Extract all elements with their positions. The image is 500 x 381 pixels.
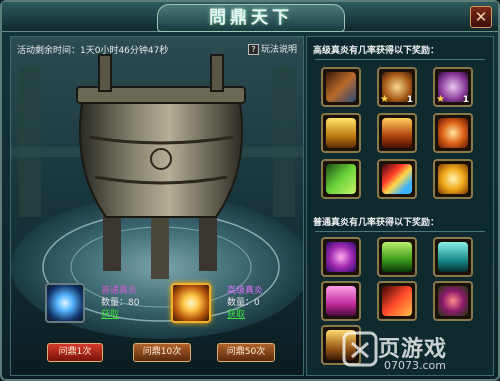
normal-flame-name: 普通真炎	[101, 286, 138, 296]
purple-gem-egg-icon	[326, 242, 356, 272]
reward-slot[interactable]	[321, 281, 361, 321]
rainbow-feather-icon	[382, 164, 412, 194]
normal-flame-count: 数量：80	[101, 298, 140, 308]
close-button[interactable]: ✕	[470, 6, 492, 28]
reward-slot[interactable]	[433, 237, 473, 277]
advanced-flame-name: 高级真炎	[227, 286, 264, 296]
reward-qty: 1	[406, 95, 413, 105]
amber-coin-icon	[438, 164, 468, 194]
wending-once-button[interactable]: 问鼎1次	[47, 343, 103, 362]
flame-orb-icon	[438, 118, 468, 148]
green-chest-icon	[382, 242, 412, 272]
rules-link[interactable]: ? 玩法说明	[247, 42, 297, 55]
title-plate: 問鼎天下	[157, 4, 345, 32]
reward-slot[interactable]	[433, 159, 473, 199]
divider	[315, 59, 485, 60]
star-icon: ★	[380, 94, 389, 105]
reward-slot[interactable]: ★ 1	[377, 67, 417, 107]
wooden-gold-chest-icon	[326, 330, 356, 360]
advanced-flame-icon[interactable]	[171, 283, 211, 323]
event-timer: 活动剩余时间：1天0小时46分钟47秒	[17, 46, 169, 56]
reward-slot[interactable]	[321, 159, 361, 199]
wending-50-button[interactable]: 问鼎50次	[217, 343, 275, 362]
purple-fruit-icon	[438, 286, 468, 316]
reward-slot[interactable]: ★ 1	[433, 67, 473, 107]
advanced-rewards-title: 高级真炎有几率获得以下奖励：	[313, 46, 440, 56]
help-icon: ?	[247, 44, 259, 55]
reward-slot[interactable]	[377, 281, 417, 321]
window-title: 問鼎天下	[209, 8, 293, 28]
advanced-flame-obtain-link[interactable]: 获取	[227, 309, 263, 321]
title-bar: 問鼎天下 ✕	[2, 2, 498, 32]
reward-slot[interactable]	[433, 113, 473, 153]
reward-slot[interactable]	[433, 281, 473, 321]
rewards-panel: 高级真炎有几率获得以下奖励： ★ 1 ★ 1 普通真炎有几率获得以下奖励：	[306, 36, 494, 376]
star-icon: ★	[436, 94, 445, 105]
normal-rewards-title: 普通真炎有几率获得以下奖励：	[313, 218, 440, 228]
advanced-flame-count: 数量：0	[227, 298, 260, 308]
wending-window: 問鼎天下 ✕ 活动剩余时间：1天0小时46分钟47秒 ? 玩法说明 普通真炎 数…	[0, 0, 500, 381]
reward-slot[interactable]	[321, 67, 361, 107]
crossed-swords-icon	[326, 72, 356, 102]
reward-slot[interactable]	[377, 237, 417, 277]
rules-link-label: 玩法说明	[260, 45, 297, 55]
red-gold-chest-icon	[382, 118, 412, 148]
normal-flame-icon[interactable]	[45, 283, 85, 323]
teal-chest-icon	[438, 242, 468, 272]
normal-flame-obtain-link[interactable]: 获取	[101, 309, 139, 321]
reward-slot[interactable]	[377, 159, 417, 199]
cauldron-scene	[11, 37, 303, 375]
divider	[315, 231, 485, 232]
advanced-flame-info: 高级真炎 数量：0 获取	[227, 285, 263, 321]
reward-slot[interactable]	[321, 113, 361, 153]
reward-qty: 1	[462, 95, 469, 105]
red-feather-icon	[382, 286, 412, 316]
reward-slot[interactable]	[321, 325, 361, 365]
normal-flame-info: 普通真炎 数量：80 获取	[101, 285, 139, 321]
pink-chest-icon	[326, 286, 356, 316]
cauldron-panel: 活动剩余时间：1天0小时46分钟47秒 ? 玩法说明 普通真炎 数量：80 获取 …	[10, 36, 304, 376]
golden-chest-icon	[326, 118, 356, 148]
green-scroll-icon	[326, 164, 356, 194]
reward-slot[interactable]	[321, 237, 361, 277]
wending-10-button[interactable]: 问鼎10次	[133, 343, 191, 362]
reward-slot[interactable]	[377, 113, 417, 153]
